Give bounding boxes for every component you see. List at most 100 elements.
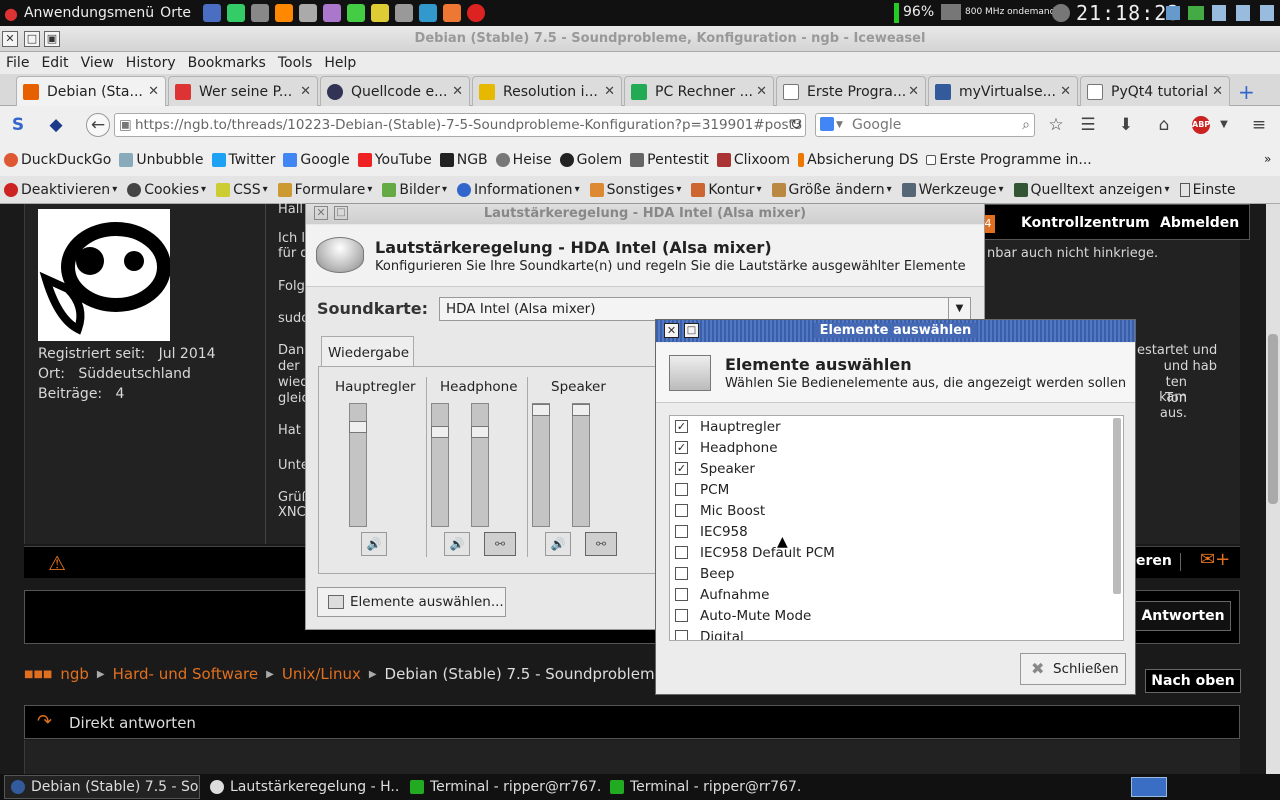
soundcard-select[interactable]: HDA Intel (Alsa mixer) ▼: [439, 297, 971, 321]
app-launcher-icon[interactable]: [323, 4, 342, 22]
mute-headphone-speaker-icon[interactable]: 🔊: [444, 532, 470, 556]
checkbox-unchecked[interactable]: [675, 630, 688, 640]
home-icon[interactable]: ⌂: [1154, 115, 1174, 135]
dev-bilder[interactable]: Bilder: [382, 182, 447, 198]
dev-deaktivieren[interactable]: Deaktivieren: [4, 182, 117, 198]
volume-slider-thumb[interactable]: [431, 426, 449, 438]
vlc-launcher-icon[interactable]: [275, 4, 294, 22]
menu-bookmarks[interactable]: Bookmarks: [182, 55, 272, 71]
mute-hauptregler-speaker-icon[interactable]: 🔊: [361, 532, 387, 556]
back-to-top-button[interactable]: Nach oben: [1145, 669, 1241, 693]
signal-icon[interactable]: [1166, 6, 1180, 20]
element-list-item[interactable]: Digital: [670, 626, 1123, 640]
close-icon[interactable]: ✕: [664, 323, 679, 338]
bookmark-absicherung[interactable]: Absicherung DS: [798, 152, 918, 168]
new-tab-icon[interactable]: +: [1238, 80, 1255, 104]
page-scrollbar[interactable]: [1266, 204, 1280, 774]
checkbox-unchecked[interactable]: [675, 525, 688, 538]
breadcrumb-home-icon[interactable]: ■■■: [24, 669, 52, 680]
close-dialog-button[interactable]: ✖ Schließen: [1020, 653, 1126, 685]
breadcrumb-hardware[interactable]: Hard- und Software: [113, 665, 259, 683]
tray-icon[interactable]: [1212, 5, 1226, 21]
taskbar-item-mixer[interactable]: Lautstärkeregelung - H...: [204, 775, 400, 799]
apps-menu[interactable]: Anwendungsmenü: [24, 5, 154, 21]
reply-button[interactable]: Antworten: [1135, 601, 1231, 631]
reload-icon[interactable]: ↻: [786, 115, 806, 135]
checkbox-checked[interactable]: ✓: [675, 420, 688, 433]
taskbar-item-terminal-2[interactable]: Terminal - ripper@rr767...: [604, 775, 800, 799]
select-elements-button[interactable]: Elemente auswählen...: [317, 587, 506, 617]
volume-slider-thumb[interactable]: [471, 426, 489, 438]
tab-8[interactable]: PyQt4 tutorial ✕: [1080, 76, 1230, 106]
bookmark-youtube[interactable]: YouTube: [357, 152, 432, 168]
terminal-launcher-icon[interactable]: [227, 4, 246, 22]
shield-icon[interactable]: ◆: [46, 115, 66, 135]
checkbox-unchecked[interactable]: [675, 567, 688, 580]
bookmark-heise[interactable]: Heise: [495, 152, 552, 168]
menu-file[interactable]: File: [0, 55, 35, 71]
bookmark-clixoom[interactable]: Clixoom: [716, 152, 790, 168]
quick-reply-bar[interactable]: ↷ Direkt antworten: [24, 705, 1240, 739]
close-tab-icon[interactable]: ✕: [300, 84, 311, 99]
network-icon[interactable]: [1188, 6, 1204, 20]
chevron-right-icon[interactable]: »: [1264, 152, 1271, 166]
element-list-item[interactable]: PCM: [670, 479, 1123, 500]
app-launcher-icon[interactable]: [395, 4, 414, 22]
element-list-item[interactable]: ✓ Headphone: [670, 437, 1123, 458]
element-list-item[interactable]: Auto-Mute Mode: [670, 605, 1123, 626]
menu-view[interactable]: View: [75, 55, 120, 71]
dev-einstellungen[interactable]: Einste: [1179, 182, 1236, 198]
tab-7[interactable]: myVirtualse... ✕: [928, 76, 1078, 106]
bookmark-erste-programme[interactable]: Erste Programme in...: [926, 152, 1092, 168]
bookmark-google[interactable]: Google: [283, 152, 350, 168]
search-input[interactable]: ▼ Google ⌕: [815, 113, 1035, 137]
element-list-item[interactable]: Mic Boost: [670, 500, 1123, 521]
dev-kontur[interactable]: Kontur: [691, 182, 761, 198]
bookmark-pentestit[interactable]: Pentestit: [630, 152, 709, 168]
dev-informationen[interactable]: Informationen: [457, 182, 580, 198]
menu-help[interactable]: Help: [318, 55, 362, 71]
download-icon[interactable]: ⬇: [1116, 115, 1136, 135]
checkbox-unchecked[interactable]: [675, 609, 688, 622]
chevron-down-icon[interactable]: ▼: [1214, 115, 1234, 135]
tray-icon[interactable]: [1236, 5, 1250, 21]
bookmark-star-icon[interactable]: ☆: [1046, 115, 1066, 135]
list-scrollbar-thumb[interactable]: [1113, 418, 1121, 594]
app-launcher-icon[interactable]: [371, 4, 390, 22]
element-list-item[interactable]: Beep: [670, 563, 1123, 584]
close-tab-icon[interactable]: ✕: [452, 84, 463, 99]
scrollbar-thumb[interactable]: [1268, 334, 1278, 504]
tab-debian[interactable]: Debian (Sta... ✕: [16, 76, 166, 106]
element-list-item[interactable]: IEC958 Default PCM: [670, 542, 1123, 563]
menu-edit[interactable]: Edit: [35, 55, 74, 71]
bookmark-twitter[interactable]: Twitter: [211, 152, 275, 168]
control-center-link[interactable]: Kontrollzentrum: [1021, 215, 1150, 231]
volume-slider[interactable]: [431, 403, 449, 527]
checkbox-unchecked[interactable]: [675, 588, 688, 601]
checkbox-checked[interactable]: ✓: [675, 462, 688, 475]
close-tab-icon[interactable]: ✕: [908, 84, 919, 99]
app-launcher-icon[interactable]: [443, 4, 462, 22]
element-list-item[interactable]: IEC958: [670, 521, 1123, 542]
volume-slider-thumb[interactable]: [349, 421, 367, 433]
volume-slider[interactable]: [572, 403, 590, 527]
close-tab-icon[interactable]: ✕: [1060, 84, 1071, 99]
lock-speaker-chain-icon[interactable]: ⚯: [585, 532, 617, 556]
checkbox-unchecked[interactable]: [675, 483, 688, 496]
tab-5[interactable]: PC Rechner ... ✕: [624, 76, 774, 106]
element-list-item[interactable]: ✓ Speaker: [670, 458, 1123, 479]
volume-slider[interactable]: [532, 403, 550, 527]
warning-icon[interactable]: ⚠: [48, 551, 66, 575]
bookmark-ngb[interactable]: NGB: [439, 152, 488, 168]
element-list-item[interactable]: ✓ Hauptregler: [670, 416, 1123, 437]
tray-icon[interactable]: [1260, 5, 1274, 21]
dev-css[interactable]: CSS: [216, 182, 268, 198]
hamburger-menu-icon[interactable]: ≡: [1249, 115, 1269, 135]
browser-launcher-icon[interactable]: [203, 4, 222, 22]
workspace-switcher[interactable]: [1131, 777, 1167, 797]
volume-slider-thumb[interactable]: [572, 404, 590, 416]
app-launcher-icon[interactable]: [419, 4, 438, 22]
places-menu[interactable]: Orte: [160, 5, 191, 21]
url-input[interactable]: ▣ https://ngb.to/threads/10223-Debian-(St…: [114, 113, 806, 137]
s-addon-icon[interactable]: S: [8, 115, 28, 135]
